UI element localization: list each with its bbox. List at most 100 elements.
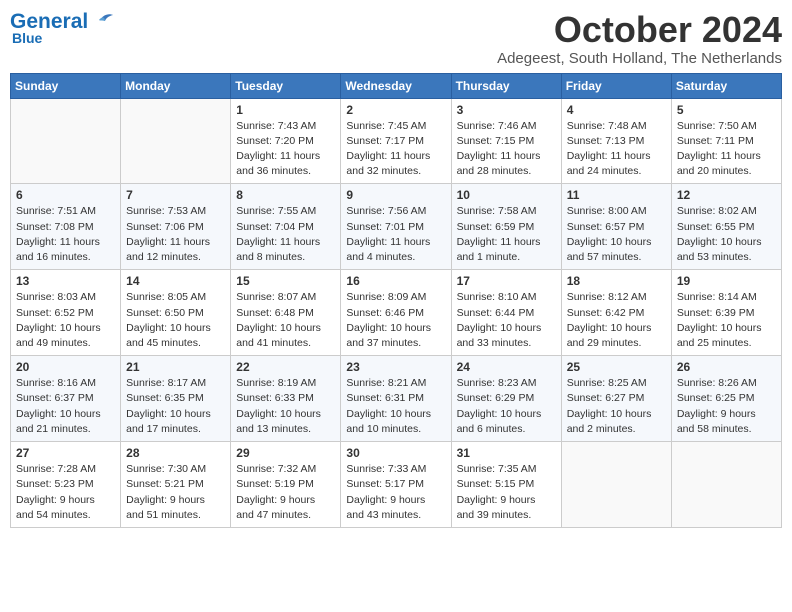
daylight-hours: Daylight: 10 hours and 29 minutes. (567, 322, 652, 349)
calendar-cell: 2 Sunrise: 7:45 AM Sunset: 7:17 PM Dayli… (341, 98, 451, 184)
calendar-cell: 20 Sunrise: 8:16 AM Sunset: 6:37 PM Dayl… (11, 356, 121, 442)
daylight-hours: Daylight: 10 hours and 53 minutes. (677, 236, 762, 263)
day-number: 23 (346, 360, 445, 374)
sunset-time: Sunset: 6:37 PM (16, 392, 94, 404)
daylight-hours: Daylight: 9 hours and 54 minutes. (16, 494, 95, 521)
day-number: 19 (677, 274, 776, 288)
day-number: 14 (126, 274, 225, 288)
calendar-cell: 12 Sunrise: 8:02 AM Sunset: 6:55 PM Dayl… (671, 184, 781, 270)
calendar-cell: 1 Sunrise: 7:43 AM Sunset: 7:20 PM Dayli… (231, 98, 341, 184)
daylight-hours: Daylight: 10 hours and 45 minutes. (126, 322, 211, 349)
day-info: Sunrise: 7:45 AM Sunset: 7:17 PM Dayligh… (346, 119, 445, 180)
calendar-cell: 24 Sunrise: 8:23 AM Sunset: 6:29 PM Dayl… (451, 356, 561, 442)
day-number: 16 (346, 274, 445, 288)
sunrise-time: Sunrise: 8:00 AM (567, 205, 647, 217)
calendar-cell (121, 98, 231, 184)
sunset-time: Sunset: 6:35 PM (126, 392, 204, 404)
day-number: 21 (126, 360, 225, 374)
day-number: 6 (16, 188, 115, 202)
daylight-hours: Daylight: 10 hours and 49 minutes. (16, 322, 101, 349)
day-number: 27 (16, 446, 115, 460)
day-number: 20 (16, 360, 115, 374)
calendar-cell (11, 98, 121, 184)
sunrise-time: Sunrise: 8:21 AM (346, 377, 426, 389)
day-number: 5 (677, 103, 776, 117)
day-number: 4 (567, 103, 666, 117)
day-number: 18 (567, 274, 666, 288)
day-number: 3 (457, 103, 556, 117)
daylight-hours: Daylight: 10 hours and 25 minutes. (677, 322, 762, 349)
sunset-time: Sunset: 6:46 PM (346, 307, 424, 319)
calendar-week-row: 27 Sunrise: 7:28 AM Sunset: 5:23 PM Dayl… (11, 442, 782, 528)
sunset-time: Sunset: 6:42 PM (567, 307, 645, 319)
calendar-cell (561, 442, 671, 528)
day-info: Sunrise: 8:02 AM Sunset: 6:55 PM Dayligh… (677, 204, 776, 265)
day-number: 12 (677, 188, 776, 202)
calendar-cell: 23 Sunrise: 8:21 AM Sunset: 6:31 PM Dayl… (341, 356, 451, 442)
sunrise-time: Sunrise: 8:25 AM (567, 377, 647, 389)
sunset-time: Sunset: 7:17 PM (346, 135, 424, 147)
calendar-cell: 5 Sunrise: 7:50 AM Sunset: 7:11 PM Dayli… (671, 98, 781, 184)
calendar-cell: 16 Sunrise: 8:09 AM Sunset: 6:46 PM Dayl… (341, 270, 451, 356)
calendar-cell: 10 Sunrise: 7:58 AM Sunset: 6:59 PM Dayl… (451, 184, 561, 270)
day-number: 22 (236, 360, 335, 374)
sunset-time: Sunset: 6:33 PM (236, 392, 314, 404)
day-info: Sunrise: 7:53 AM Sunset: 7:06 PM Dayligh… (126, 204, 225, 265)
daylight-hours: Daylight: 10 hours and 33 minutes. (457, 322, 542, 349)
sunrise-time: Sunrise: 8:02 AM (677, 205, 757, 217)
day-info: Sunrise: 8:00 AM Sunset: 6:57 PM Dayligh… (567, 204, 666, 265)
calendar-cell: 13 Sunrise: 8:03 AM Sunset: 6:52 PM Dayl… (11, 270, 121, 356)
calendar-cell: 29 Sunrise: 7:32 AM Sunset: 5:19 PM Dayl… (231, 442, 341, 528)
day-number: 24 (457, 360, 556, 374)
sunrise-time: Sunrise: 8:19 AM (236, 377, 316, 389)
day-info: Sunrise: 8:25 AM Sunset: 6:27 PM Dayligh… (567, 376, 666, 437)
calendar-cell: 9 Sunrise: 7:56 AM Sunset: 7:01 PM Dayli… (341, 184, 451, 270)
day-info: Sunrise: 8:19 AM Sunset: 6:33 PM Dayligh… (236, 376, 335, 437)
daylight-hours: Daylight: 10 hours and 57 minutes. (567, 236, 652, 263)
page-header: General Blue October 2024 Adegeest, Sout… (10, 10, 782, 67)
calendar-week-row: 13 Sunrise: 8:03 AM Sunset: 6:52 PM Dayl… (11, 270, 782, 356)
calendar-week-row: 20 Sunrise: 8:16 AM Sunset: 6:37 PM Dayl… (11, 356, 782, 442)
day-info: Sunrise: 8:23 AM Sunset: 6:29 PM Dayligh… (457, 376, 556, 437)
day-info: Sunrise: 8:14 AM Sunset: 6:39 PM Dayligh… (677, 290, 776, 351)
sunrise-time: Sunrise: 7:51 AM (16, 205, 96, 217)
day-number: 9 (346, 188, 445, 202)
calendar-cell: 28 Sunrise: 7:30 AM Sunset: 5:21 PM Dayl… (121, 442, 231, 528)
weekday-header-tuesday: Tuesday (231, 73, 341, 98)
sunrise-time: Sunrise: 7:43 AM (236, 120, 316, 132)
day-info: Sunrise: 7:48 AM Sunset: 7:13 PM Dayligh… (567, 119, 666, 180)
location-subtitle: Adegeest, South Holland, The Netherlands (497, 50, 782, 67)
calendar-cell: 30 Sunrise: 7:33 AM Sunset: 5:17 PM Dayl… (341, 442, 451, 528)
sunset-time: Sunset: 5:23 PM (16, 478, 94, 490)
day-info: Sunrise: 7:35 AM Sunset: 5:15 PM Dayligh… (457, 462, 556, 523)
sunset-time: Sunset: 6:52 PM (16, 307, 94, 319)
calendar-cell: 31 Sunrise: 7:35 AM Sunset: 5:15 PM Dayl… (451, 442, 561, 528)
day-info: Sunrise: 7:43 AM Sunset: 7:20 PM Dayligh… (236, 119, 335, 180)
sunrise-time: Sunrise: 7:45 AM (346, 120, 426, 132)
day-info: Sunrise: 8:09 AM Sunset: 6:46 PM Dayligh… (346, 290, 445, 351)
calendar-cell: 26 Sunrise: 8:26 AM Sunset: 6:25 PM Dayl… (671, 356, 781, 442)
calendar-cell: 15 Sunrise: 8:07 AM Sunset: 6:48 PM Dayl… (231, 270, 341, 356)
sunset-time: Sunset: 6:55 PM (677, 221, 755, 233)
day-number: 10 (457, 188, 556, 202)
sunrise-time: Sunrise: 7:35 AM (457, 463, 537, 475)
day-number: 11 (567, 188, 666, 202)
sunset-time: Sunset: 7:01 PM (346, 221, 424, 233)
day-number: 1 (236, 103, 335, 117)
day-info: Sunrise: 8:17 AM Sunset: 6:35 PM Dayligh… (126, 376, 225, 437)
daylight-hours: Daylight: 11 hours and 4 minutes. (346, 236, 430, 263)
sunset-time: Sunset: 6:39 PM (677, 307, 755, 319)
daylight-hours: Daylight: 10 hours and 10 minutes. (346, 408, 431, 435)
month-title: October 2024 (497, 10, 782, 50)
day-number: 29 (236, 446, 335, 460)
daylight-hours: Daylight: 11 hours and 32 minutes. (346, 150, 430, 177)
calendar-cell: 25 Sunrise: 8:25 AM Sunset: 6:27 PM Dayl… (561, 356, 671, 442)
day-info: Sunrise: 7:32 AM Sunset: 5:19 PM Dayligh… (236, 462, 335, 523)
day-number: 2 (346, 103, 445, 117)
sunrise-time: Sunrise: 8:14 AM (677, 291, 757, 303)
sunset-time: Sunset: 7:20 PM (236, 135, 314, 147)
daylight-hours: Daylight: 11 hours and 16 minutes. (16, 236, 100, 263)
daylight-hours: Daylight: 10 hours and 13 minutes. (236, 408, 321, 435)
calendar-cell: 18 Sunrise: 8:12 AM Sunset: 6:42 PM Dayl… (561, 270, 671, 356)
day-info: Sunrise: 8:10 AM Sunset: 6:44 PM Dayligh… (457, 290, 556, 351)
